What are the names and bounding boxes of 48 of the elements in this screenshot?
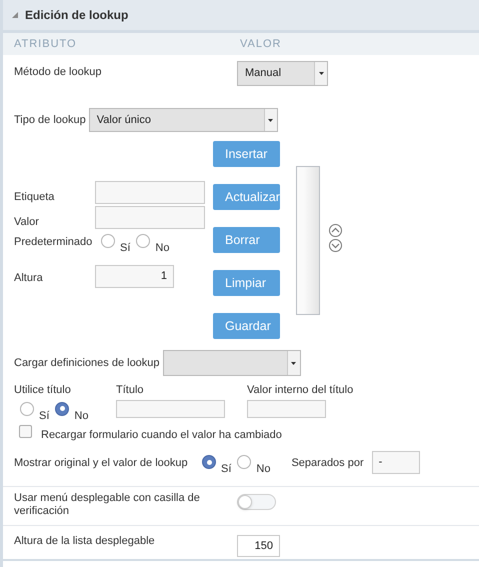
toggle-switch[interactable] — [237, 494, 276, 510]
field-label: Tipo de lookup — [14, 112, 86, 128]
radio-button[interactable] — [101, 234, 115, 248]
dropdown[interactable]: Valor único — [88, 108, 278, 132]
caret-icon — [318, 72, 324, 75]
radio-label: No — [256, 462, 270, 477]
number-field[interactable]: 1 — [95, 265, 174, 288]
column-header: VALOR — [240, 36, 282, 52]
dropdown[interactable]: Manual — [237, 61, 328, 86]
text-field[interactable] — [95, 181, 205, 204]
field-label: Altura — [14, 271, 44, 286]
field-label: Predeterminado — [14, 235, 94, 250]
field-label: Valor interno del título — [247, 383, 354, 398]
field-label: Cargar definiciones de lookup — [14, 356, 160, 371]
checkbox[interactable] — [19, 424, 32, 438]
field-label: Valor — [14, 214, 40, 230]
list-box[interactable] — [296, 166, 320, 315]
checkbox-label: Recargar formulario cuando el valor ha cambiado — [41, 428, 282, 444]
radio-label: Sí — [221, 462, 232, 477]
field-label: Etiqueta — [14, 190, 56, 205]
caret-icon — [268, 118, 274, 122]
field-label: Mostrar original y el valor de lookup — [14, 456, 189, 471]
radio-button[interactable] — [237, 455, 252, 469]
column-header: ATRIBUTO — [14, 36, 78, 52]
field-label: Método de lookup — [14, 65, 102, 80]
radio-label: Sí — [39, 408, 50, 424]
field-label: Título — [116, 383, 145, 398]
field-label: Separados por — [291, 456, 364, 471]
move-down-icon[interactable] — [329, 239, 342, 252]
text-field[interactable] — [95, 206, 205, 228]
radio-button[interactable] — [202, 455, 216, 469]
radio-label: Sí — [120, 241, 130, 256]
radio-label: No — [155, 241, 170, 256]
radio-button[interactable] — [20, 402, 34, 416]
move-up-icon[interactable] — [329, 224, 342, 237]
caret-icon — [291, 362, 296, 364]
dropdown[interactable] — [162, 350, 301, 376]
radio-button[interactable] — [136, 234, 150, 248]
separator-field[interactable]: - — [372, 451, 420, 474]
radio-button[interactable] — [55, 402, 70, 416]
text-field[interactable] — [116, 400, 225, 418]
panel-title: Edición de lookup — [25, 7, 128, 24]
field-label: Altura de la lista desplegable — [14, 534, 156, 549]
text-field[interactable] — [247, 400, 326, 418]
field-label: Usar menú desplegable con casilla de verificación — [14, 492, 201, 519]
radio-label: No — [74, 408, 88, 424]
number-field[interactable]: 150 — [237, 535, 280, 557]
field-label: Utilice título — [14, 383, 72, 398]
